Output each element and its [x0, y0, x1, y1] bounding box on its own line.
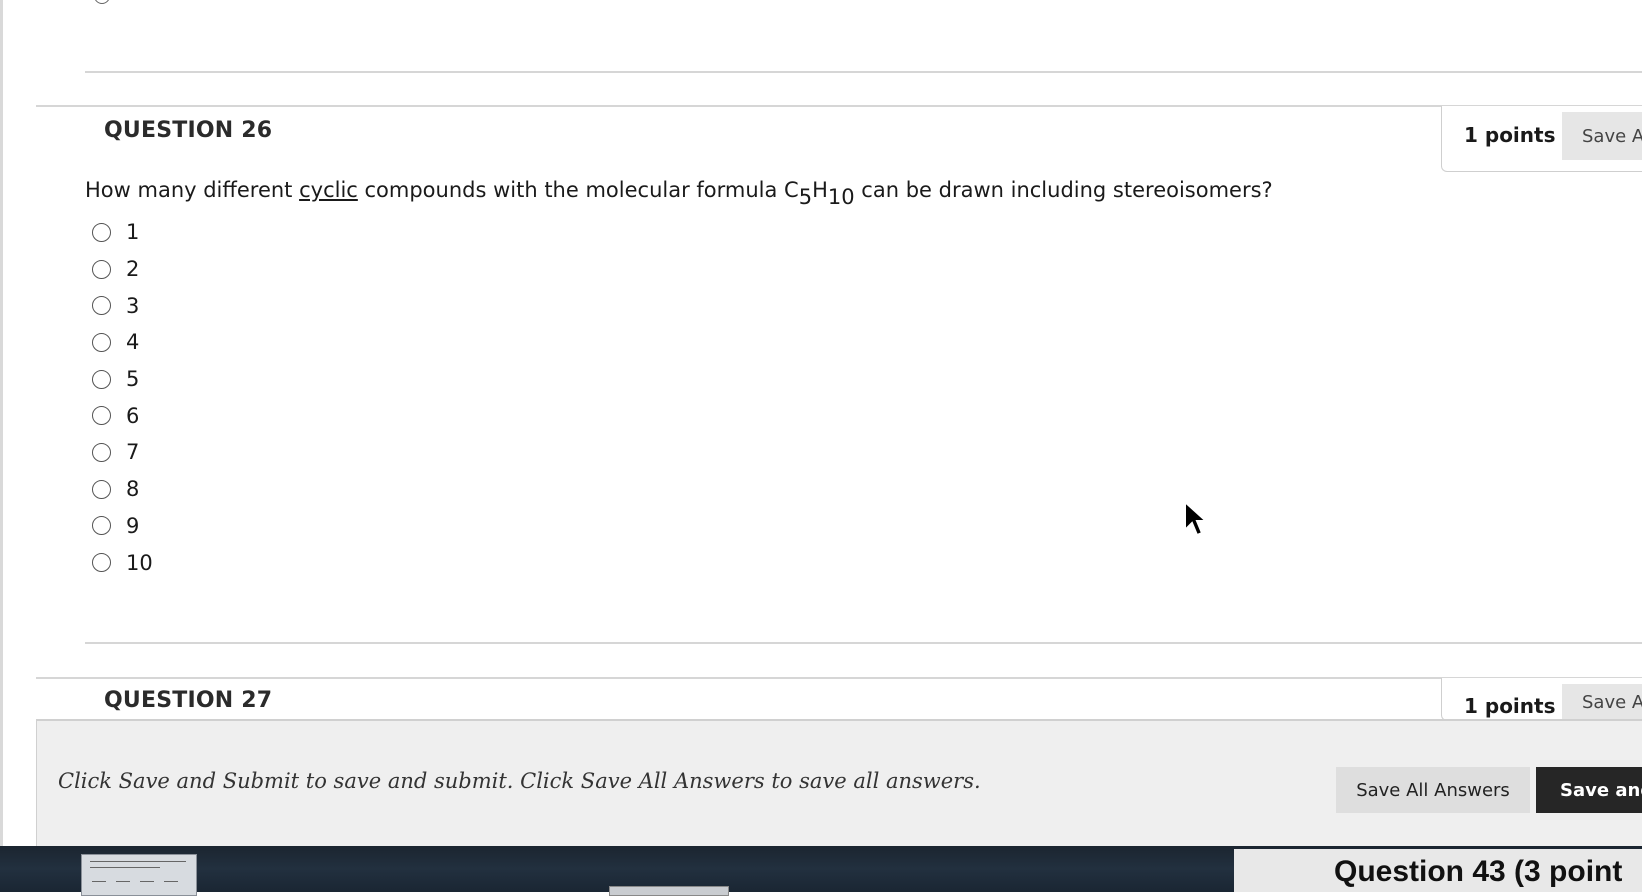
question-26-points: 1 points [1464, 123, 1556, 147]
taskbar: Question 43 (3 point [0, 846, 1642, 896]
question-separator [36, 677, 1642, 679]
save-all-answers-button[interactable]: Save All Answers [1336, 767, 1530, 813]
radio-button[interactable] [92, 406, 111, 426]
choice-label: 3 [126, 293, 140, 318]
submit-footer: Click Save and Submit to save and submit… [36, 719, 1642, 848]
question-26-save-answer-button[interactable]: Save A [1562, 112, 1642, 160]
choice-label: 5 [126, 367, 140, 392]
answer-choice[interactable]: 2 [92, 251, 153, 288]
radio-button[interactable] [92, 442, 111, 462]
answer-choice[interactable]: 9 [92, 508, 153, 545]
question-text-part: compounds with the molecular formula C [357, 178, 799, 202]
radio-button[interactable] [92, 259, 111, 279]
question-27-points: 1 points [1464, 694, 1556, 718]
question-26-title: QUESTION 26 [104, 118, 273, 143]
choice-label: 1 [126, 220, 140, 245]
question-26-text: How many different cyclic compounds with… [85, 178, 1273, 208]
question-text-underlined: cyclic [299, 178, 358, 202]
choice-label: 4 [126, 330, 140, 355]
question-27-save-answer-button[interactable]: Save A [1562, 684, 1642, 720]
radio-button[interactable] [92, 296, 111, 316]
answer-choice[interactable]: 7 [92, 434, 153, 471]
footer-instructions: Click Save and Submit to save and submit… [58, 769, 981, 793]
answer-choice[interactable]: 10 [92, 544, 153, 581]
formula-subscript: 5 [798, 185, 813, 209]
answer-choice[interactable]: 8 [92, 471, 153, 508]
formula-subscript: 10 [827, 185, 855, 209]
divider [85, 642, 1642, 644]
question-26-points-panel: 1 points Save A [1441, 106, 1642, 172]
radio-button[interactable] [92, 332, 111, 352]
question-text-part: can be drawn including stereoisomers? [854, 178, 1273, 202]
question-separator [36, 105, 1642, 107]
choice-label: 10 [126, 550, 153, 575]
window-title: Question 43 (3 point [1334, 855, 1623, 888]
question-text-part: H [812, 178, 828, 202]
choice-label: 2 [126, 257, 140, 282]
choice-label: 7 [126, 440, 140, 465]
question-26-choices: 1 2 3 4 5 6 7 8 9 10 [92, 214, 153, 581]
radio-button[interactable] [92, 369, 111, 389]
page-left-border [0, 0, 3, 846]
radio-button[interactable] [92, 479, 111, 499]
choice-label: 8 [126, 477, 140, 502]
mouse-cursor-icon [1184, 500, 1209, 537]
answer-choice[interactable]: 5 [92, 361, 153, 398]
radio-button[interactable] [92, 516, 111, 536]
radio-button[interactable] [92, 553, 111, 573]
question-text-part: How many different [85, 178, 300, 202]
answer-choice[interactable]: 6 [92, 397, 153, 434]
window-thumbnail[interactable] [81, 854, 197, 896]
window-thumbnail-2[interactable] [609, 886, 729, 896]
divider [85, 71, 1642, 73]
question-27-title: QUESTION 27 [104, 688, 273, 713]
choice-label: 6 [126, 403, 140, 428]
answer-choice[interactable]: 4 [92, 324, 153, 361]
choice-label: 9 [126, 513, 140, 538]
answer-choice[interactable]: 3 [92, 287, 153, 324]
radio-button[interactable] [92, 222, 111, 242]
question-27-points-panel: 1 points Save A [1441, 678, 1642, 721]
answer-choice[interactable]: 1 [92, 214, 153, 251]
previous-question-radio[interactable] [94, 0, 110, 4]
save-and-submit-button[interactable]: Save and [1536, 767, 1642, 813]
window-preview-panel[interactable]: Question 43 (3 point [1234, 849, 1642, 892]
